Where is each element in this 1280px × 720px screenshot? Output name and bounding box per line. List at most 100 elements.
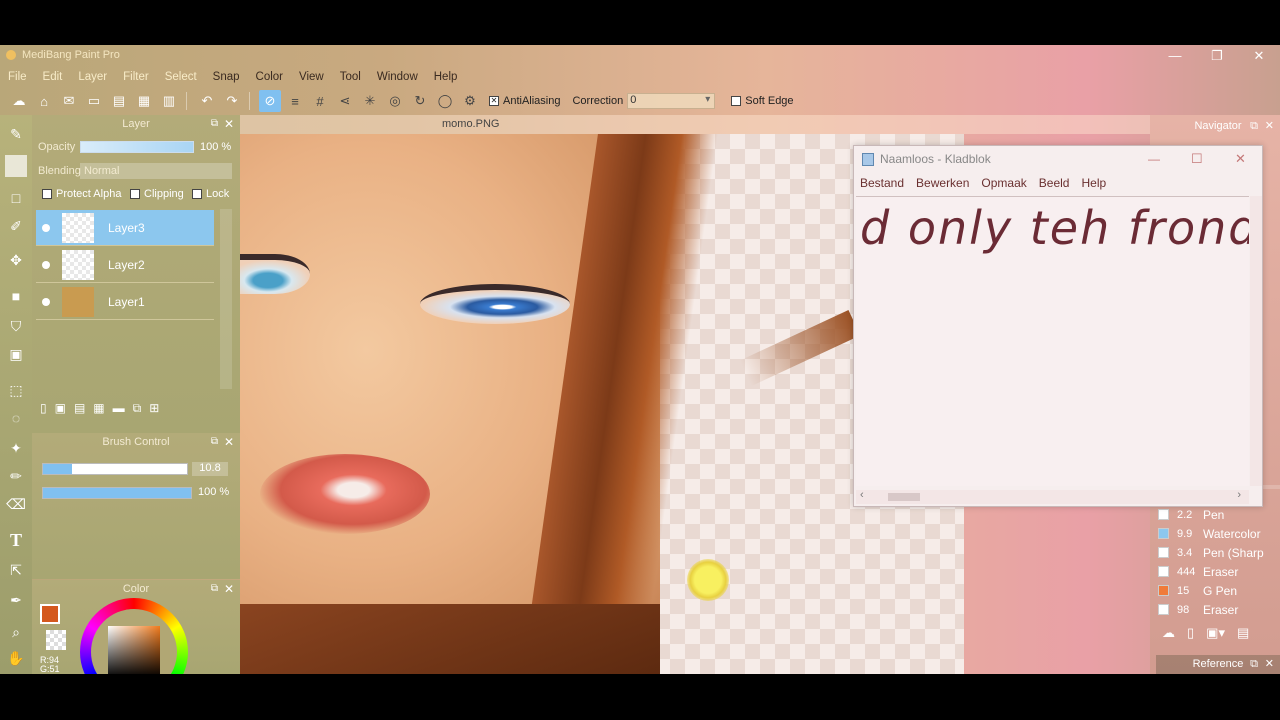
notepad-close-button[interactable]: ✕ <box>1235 151 1246 167</box>
brush-item[interactable]: 2.2 Pen <box>1158 505 1268 524</box>
scroll-right-icon[interactable]: › <box>1237 489 1241 501</box>
float-icon[interactable]: ⧉ <box>211 115 218 133</box>
grid-icon[interactable]: ▦ <box>133 90 155 112</box>
menu-view[interactable]: View <box>291 71 332 83</box>
magic-wand-icon[interactable]: ✦ <box>5 437 27 459</box>
antialiasing-toggle[interactable]: ✕ AntiAliasing <box>489 95 560 107</box>
select-eraser-icon[interactable]: ⌫ <box>5 493 27 515</box>
cloud-upload-icon[interactable]: ☁ <box>8 90 30 112</box>
close-icon[interactable]: ✕ <box>224 433 234 451</box>
gradient-tool-icon[interactable]: ▣ <box>5 343 27 365</box>
close-icon[interactable]: ✕ <box>224 115 234 133</box>
float-icon[interactable]: ⧉ <box>211 433 218 451</box>
protect-alpha-checkbox[interactable] <box>42 189 52 199</box>
dot-tool-icon[interactable]: □ <box>5 187 27 209</box>
lock-checkbox[interactable] <box>192 189 202 199</box>
visibility-icon[interactable] <box>42 260 50 269</box>
lock-toggle[interactable]: Lock <box>192 188 229 200</box>
brush-item[interactable]: 98 Eraser <box>1158 600 1268 619</box>
bucket-tool-icon[interactable]: ⛉ <box>5 315 27 337</box>
notepad-menu-help[interactable]: Help <box>1075 176 1112 190</box>
layer-row[interactable]: Layer1 <box>36 284 214 320</box>
operation-tool-icon[interactable]: ⇱ <box>5 559 27 581</box>
float-icon[interactable]: ⧉ <box>1250 117 1258 135</box>
notepad-menu-bewerken[interactable]: Bewerken <box>910 176 975 190</box>
menu-layer[interactable]: Layer <box>70 71 115 83</box>
float-icon[interactable]: ⧉ <box>211 580 218 598</box>
radial-snap-icon[interactable]: ✳ <box>359 90 381 112</box>
layout-icon[interactable]: ▥ <box>158 90 180 112</box>
softedge-checkbox[interactable] <box>731 96 742 106</box>
comment-icon[interactable]: ✉ <box>58 90 80 112</box>
notepad-maximize-button[interactable]: ☐ <box>1191 151 1203 167</box>
parallel-snap-icon[interactable]: ≡ <box>284 90 306 112</box>
text-tool-icon[interactable]: T <box>5 529 27 551</box>
brush-menu-icon[interactable]: ▣▾ <box>1206 625 1225 643</box>
brush-item[interactable]: 3.4 Pen (Sharp <box>1158 543 1268 562</box>
zoom-tool-icon[interactable]: ⌕ <box>5 621 27 643</box>
clipping-toggle[interactable]: Clipping <box>130 188 184 200</box>
delete-brush-icon[interactable]: ▤ <box>1237 625 1249 643</box>
notepad-menu-beeld[interactable]: Beeld <box>1033 176 1076 190</box>
scroll-left-icon[interactable]: ‹ <box>860 489 864 501</box>
protect-alpha-toggle[interactable]: Protect Alpha <box>42 188 121 200</box>
brush-item[interactable]: 15 G Pen <box>1158 581 1268 600</box>
layer-row[interactable]: Layer3 <box>36 210 214 246</box>
curve-snap-icon[interactable]: ↻ <box>409 90 431 112</box>
close-button[interactable]: ✕ <box>1244 47 1274 65</box>
notepad-menu-bestand[interactable]: Bestand <box>854 176 910 190</box>
menu-file[interactable]: File <box>0 71 35 83</box>
settings-icon[interactable]: ⚙ <box>459 90 481 112</box>
redo-icon[interactable]: ↷ <box>221 90 243 112</box>
correction-select[interactable]: 0 <box>627 93 716 109</box>
menu-color[interactable]: Color <box>248 71 291 83</box>
menu-filter[interactable]: Filter <box>115 71 157 83</box>
brush-tool-icon[interactable]: ✎ <box>5 123 27 145</box>
home-icon[interactable]: ⌂ <box>33 90 55 112</box>
float-icon[interactable]: ⧉ <box>1250 655 1258 674</box>
menu-window[interactable]: Window <box>369 71 426 83</box>
secondary-color-swatch[interactable] <box>46 630 66 650</box>
cross-snap-icon[interactable]: # <box>309 90 331 112</box>
fill-rect-icon[interactable]: ■ <box>5 285 27 307</box>
menu-help[interactable]: Help <box>426 71 466 83</box>
close-icon[interactable]: ✕ <box>1265 655 1274 674</box>
hand-tool-icon[interactable]: ✋ <box>5 647 27 669</box>
merge-layer-icon[interactable]: ⊞ <box>149 401 159 419</box>
concentric-snap-icon[interactable]: ◎ <box>384 90 406 112</box>
softedge-toggle[interactable]: Soft Edge <box>731 95 794 107</box>
menu-select[interactable]: Select <box>157 71 205 83</box>
notepad-vscrollbar[interactable] <box>1250 196 1262 486</box>
lasso-tool-icon[interactable]: ◌ <box>5 407 27 429</box>
maximize-button[interactable]: ❐ <box>1202 47 1232 65</box>
close-icon[interactable]: ✕ <box>1265 117 1274 135</box>
menu-tool[interactable]: Tool <box>332 71 369 83</box>
color-wheel[interactable] <box>80 598 188 674</box>
folder-icon[interactable]: ▬ <box>113 401 125 419</box>
color-square[interactable] <box>108 626 160 674</box>
canvas-tab[interactable]: momo.PNG <box>442 118 499 130</box>
menu-edit[interactable]: Edit <box>35 71 71 83</box>
primary-color-swatch[interactable] <box>40 604 60 624</box>
select-pen-icon[interactable]: ✏ <box>5 465 27 487</box>
move-tool-icon[interactable]: ✥ <box>5 249 27 271</box>
vanish-snap-icon[interactable]: ⋖ <box>334 90 356 112</box>
notepad-menu-opmaak[interactable]: Opmaak <box>975 176 1032 190</box>
cloud-brush-icon[interactable]: ☁ <box>1162 625 1175 643</box>
circle-snap-icon[interactable]: ◯ <box>434 90 456 112</box>
pen-tool-icon[interactable]: ✐ <box>5 215 27 237</box>
new-1bit-layer-icon[interactable]: ▤ <box>74 401 85 419</box>
new-layer-icon[interactable]: ▯ <box>40 401 47 419</box>
layer-row[interactable]: Layer2 <box>36 247 214 283</box>
new-halftone-layer-icon[interactable]: ▣ <box>55 401 66 419</box>
scroll-thumb[interactable] <box>888 493 920 501</box>
brush-opacity-slider[interactable] <box>42 487 192 499</box>
duplicate-layer-icon[interactable]: ⧉ <box>133 401 142 419</box>
blending-select[interactable]: Normal <box>80 163 232 179</box>
eyedropper-tool-icon[interactable]: ✒ <box>5 589 27 611</box>
new-brush-icon[interactable]: ▯ <box>1187 625 1194 643</box>
close-icon[interactable]: ✕ <box>224 580 234 598</box>
snap-off-icon[interactable]: ⊘ <box>259 90 281 112</box>
select-tool-icon[interactable]: ⬚ <box>5 379 27 401</box>
notepad-text-area[interactable]: d only teh frond <box>856 196 1249 486</box>
